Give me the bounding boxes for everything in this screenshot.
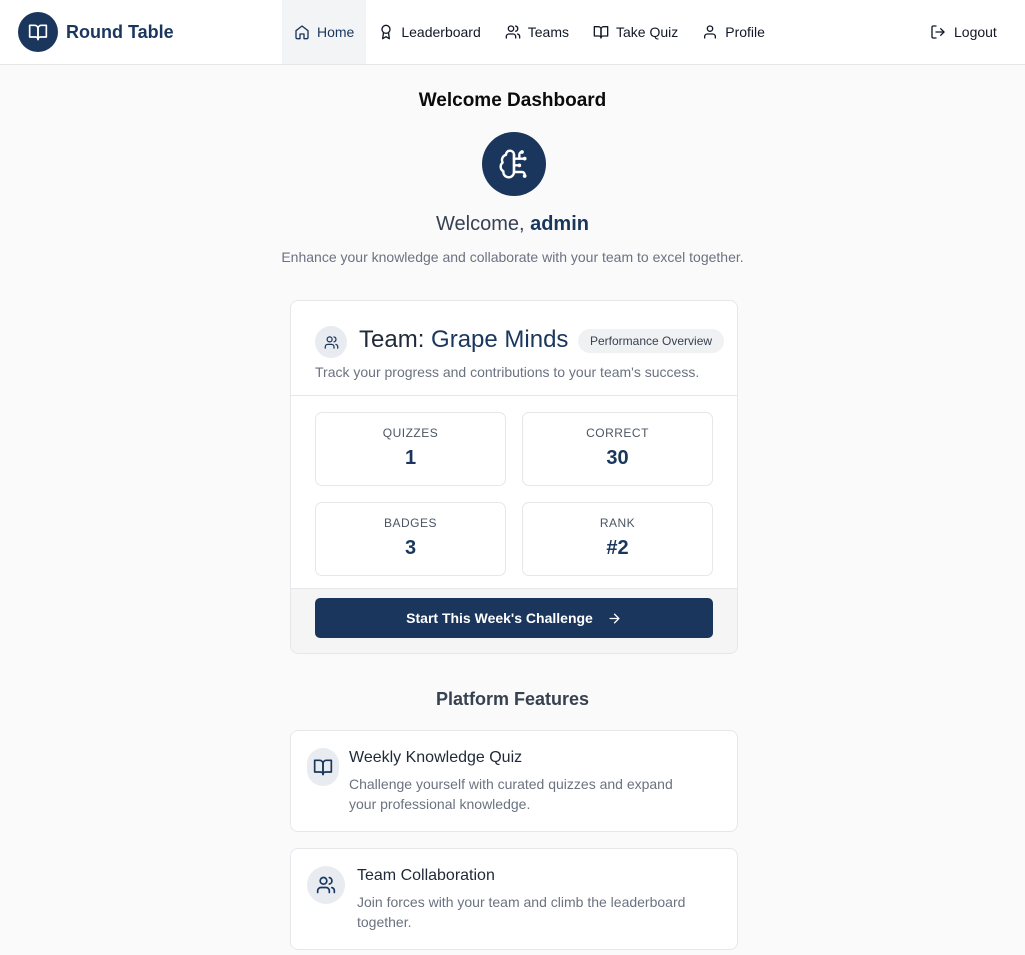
feature-title: Team Collaboration (357, 867, 495, 884)
book-open-icon (18, 12, 58, 52)
start-challenge-button[interactable]: Start This Week's Challenge (315, 598, 713, 638)
stat-correct: CORRECT 30 (522, 412, 713, 486)
welcome-heading: Welcome, admin (0, 213, 1025, 236)
team-card-footer: Start This Week's Challenge (291, 588, 737, 653)
logout-label: Logout (954, 24, 997, 40)
team-title: Team: Grape Minds (359, 326, 568, 354)
stat-value: 3 (404, 537, 417, 559)
stat-label: RANK (599, 516, 636, 530)
nav-item-home[interactable]: Home (282, 0, 367, 64)
feature-description: Challenge yourself with curated quizzes … (349, 776, 673, 812)
stat-value: #2 (606, 537, 629, 559)
award-icon (381, 24, 392, 40)
team-title-prefix: Team: (359, 326, 425, 353)
nav-item-profile[interactable]: Profile (690, 0, 777, 64)
main-nav: Home Leaderboard Teams Take Quiz Profile (282, 0, 777, 64)
stat-value: 30 (606, 447, 629, 469)
nav-item-teams[interactable]: Teams (493, 0, 581, 64)
book-open-icon (593, 26, 609, 39)
user-icon (704, 25, 717, 39)
stat-rank: RANK #2 (522, 502, 713, 576)
users-icon (307, 866, 345, 904)
feature-card-weekly-quiz: Weekly Knowledge Quiz Challenge yourself… (290, 730, 738, 832)
feature-title: Weekly Knowledge Quiz (349, 749, 523, 766)
stat-label: QUIZZES (382, 426, 439, 440)
nav-label-leaderboard: Leaderboard (401, 24, 481, 40)
nav-label-home: Home (317, 24, 355, 40)
logout-button[interactable]: Logout (920, 0, 1007, 64)
stat-label: CORRECT (586, 426, 649, 440)
brain-icon (482, 132, 546, 196)
stat-badges: BADGES 3 (315, 502, 506, 576)
team-name: Grape Minds (431, 326, 569, 353)
nav-item-leaderboard[interactable]: Leaderboard (366, 0, 492, 64)
team-subtitle: Track your progress and contributions to… (315, 364, 700, 380)
username: admin (530, 213, 589, 235)
performance-badge: Performance Overview (578, 329, 725, 353)
book-open-icon (307, 748, 339, 786)
brand-name: Round Table (66, 21, 174, 42)
stat-label: BADGES (383, 516, 437, 530)
stat-value: 1 (404, 447, 417, 469)
tagline: Enhance your knowledge and collaborate w… (281, 249, 744, 265)
arrow-right-icon (609, 613, 620, 623)
logout-icon (931, 25, 945, 39)
team-card: Team: Grape Minds Performance Overview T… (290, 300, 738, 654)
team-card-header: Team: Grape Minds Performance Overview T… (291, 301, 737, 396)
users-icon (505, 25, 521, 39)
brand[interactable]: Round Table (18, 12, 174, 52)
feature-description: Join forces with your team and climb the… (357, 894, 686, 930)
nav-label-profile: Profile (725, 24, 765, 40)
features-title: Platform Features (435, 689, 590, 709)
nav-item-take-quiz[interactable]: Take Quiz (581, 0, 690, 64)
home-icon (295, 25, 309, 40)
welcome-prefix: Welcome, (435, 213, 525, 235)
nav-label-teams: Teams (527, 24, 569, 40)
top-navbar: Round Table Home Leaderboard Teams Take … (0, 0, 1025, 65)
feature-card-team-collaboration: Team Collaboration Join forces with your… (290, 848, 738, 950)
users-icon (315, 326, 347, 358)
nav-label-take-quiz: Take Quiz (616, 24, 679, 40)
page-title: Welcome Dashboard (418, 90, 607, 111)
start-challenge-label: Start This Week's Challenge (406, 610, 593, 626)
stat-quizzes: QUIZZES 1 (315, 412, 506, 486)
